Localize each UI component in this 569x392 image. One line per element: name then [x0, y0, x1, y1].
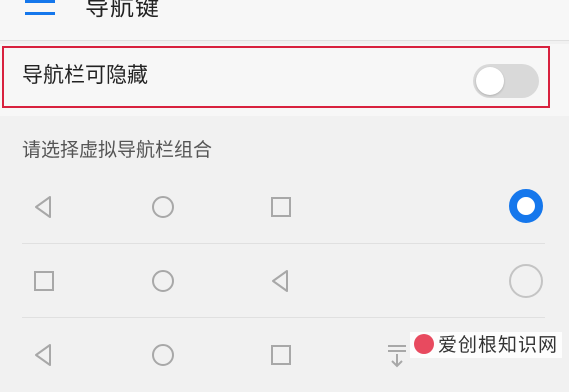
home-icon — [148, 340, 178, 370]
combo-radio[interactable] — [509, 264, 543, 298]
recent-apps-icon — [266, 340, 296, 370]
page-title: 导航键 — [85, 0, 160, 21]
back-icon — [29, 340, 59, 370]
nav-bar-hide-label: 导航栏可隐藏 — [22, 63, 148, 87]
combo-radio-selected[interactable] — [509, 189, 543, 223]
watermark: 爱创根知识网 — [410, 332, 563, 358]
recent-apps-icon — [266, 192, 296, 222]
recent-apps-icon — [29, 266, 59, 296]
menu-icon[interactable] — [25, 0, 55, 22]
combo-option-1[interactable] — [0, 170, 569, 244]
watermark-logo-icon — [414, 334, 434, 354]
notification-pulldown-icon — [382, 340, 412, 370]
home-icon — [148, 192, 178, 222]
app-header: 导航键 — [0, 0, 569, 41]
home-icon — [148, 266, 178, 296]
nav-bar-hide-toggle[interactable] — [473, 64, 539, 98]
section-heading: 请选择虚拟导航栏组合 — [22, 139, 213, 161]
back-icon — [266, 266, 296, 296]
watermark-text: 爱创根知识网 — [438, 334, 559, 356]
toggle-knob — [476, 67, 504, 95]
back-icon — [29, 192, 59, 222]
combo-option-2[interactable] — [0, 244, 569, 318]
